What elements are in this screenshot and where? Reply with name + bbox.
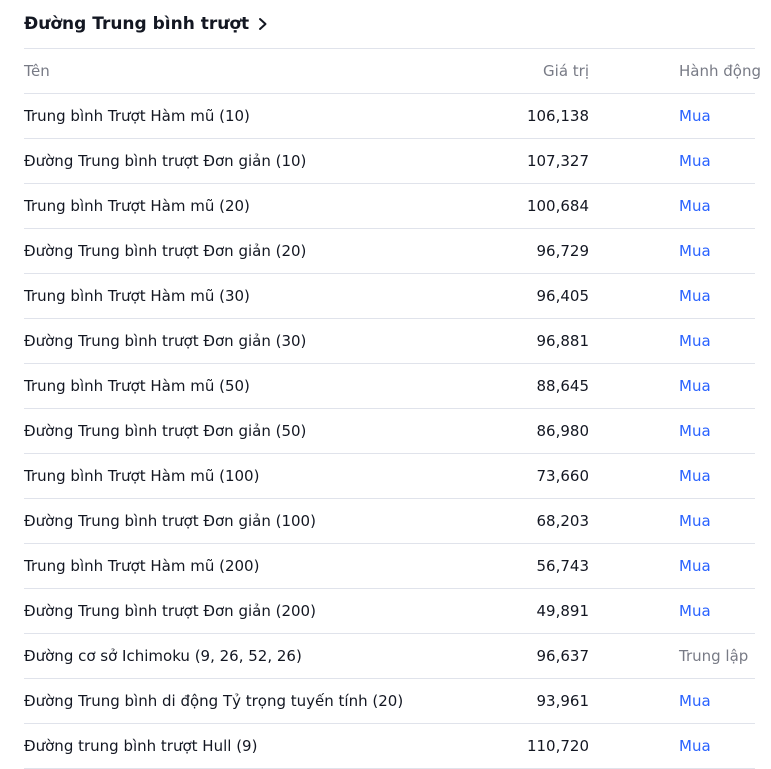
column-header-action: Hành động <box>679 62 761 80</box>
indicator-value: 106,138 <box>526 107 589 125</box>
column-header-name: Tên <box>24 62 50 80</box>
indicator-name: Trung bình Trượt Hàm mũ (100) <box>24 467 260 485</box>
action-buy-label[interactable]: Mua <box>679 544 711 588</box>
table-row: Trung bình Trượt Hàm mũ (20) 100,684 Mua <box>24 184 755 229</box>
indicator-value: 107,327 <box>526 152 589 170</box>
indicator-value: 96,405 <box>536 287 590 305</box>
action-buy-label[interactable]: Mua <box>679 94 711 138</box>
indicator-value: 73,660 <box>536 467 590 485</box>
moving-averages-table: Tên Giá trị Hành động Trung bình Trượt H… <box>24 48 761 769</box>
chevron-right-icon <box>259 18 267 30</box>
indicator-name: Đường trung bình trượt Hull (9) <box>24 737 258 755</box>
indicator-value: 93,961 <box>536 692 590 710</box>
indicator-name: Đường Trung bình trượt Đơn giản (20) <box>24 242 307 260</box>
table-row: Đường Trung bình trượt Đơn giản (100) 68,… <box>24 499 755 544</box>
indicator-name: Đường Trung bình trượt Đơn giản (200) <box>24 602 316 620</box>
table-row: Trung bình Trượt Hàm mũ (100) 73,660 Mua <box>24 454 755 499</box>
indicator-value: 96,637 <box>536 647 590 665</box>
table-row: Trung bình Trượt Hàm mũ (30) 96,405 Mua <box>24 274 755 319</box>
action-buy-label[interactable]: Mua <box>679 229 711 273</box>
table-row: Đường Trung bình trượt Đơn giản (30) 96,8… <box>24 319 755 364</box>
section-title-link[interactable]: Đường Trung bình trượt <box>24 11 269 37</box>
table-body: Trung bình Trượt Hàm mũ (10) 106,138 Mua Đư… <box>24 94 755 769</box>
action-buy-label[interactable]: Mua <box>679 364 711 408</box>
table-row: Đường Trung bình trượt Đơn giản (20) 96,7… <box>24 229 755 274</box>
table-row: Trung bình Trượt Hàm mũ (200) 56,743 Mua <box>24 544 755 589</box>
section-title: Đường Trung bình trượt <box>24 14 250 34</box>
indicator-name: Đường cơ sở Ichimoku (9, 26, 52, 26) <box>24 647 302 665</box>
table-row: Đường Trung bình di động Tỷ trọng tuyến … <box>24 679 755 724</box>
indicator-name: Trung bình Trượt Hàm mũ (200) <box>24 557 260 575</box>
indicator-name: Đường Trung bình trượt Đơn giản (30) <box>24 332 307 350</box>
indicator-name: Đường Trung bình trượt Đơn giản (50) <box>24 422 307 440</box>
table-row: Đường Trung bình trượt Đơn giản (50) 86,9… <box>24 409 755 454</box>
indicator-name: Trung bình Trượt Hàm mũ (10) <box>24 107 250 125</box>
action-buy-label[interactable]: Mua <box>679 184 711 228</box>
table-row: Đường trung bình trượt Hull (9) 110,720 Mu… <box>24 724 755 769</box>
indicator-name: Trung bình Trượt Hàm mũ (50) <box>24 377 250 395</box>
action-buy-label[interactable]: Mua <box>679 724 711 768</box>
action-buy-label[interactable]: Mua <box>679 499 711 543</box>
table-row: Đường Trung bình trượt Đơn giản (200) 49,… <box>24 589 755 634</box>
indicator-value: 100,684 <box>526 197 589 215</box>
action-buy-label[interactable]: Mua <box>679 589 711 633</box>
action-neutral-label: Trung lập <box>679 647 749 665</box>
column-header-value: Giá trị <box>543 62 589 80</box>
indicator-value: 88,645 <box>536 377 590 395</box>
table-row: Trung bình Trượt Hàm mũ (50) 88,645 Mua <box>24 364 755 409</box>
action-buy-label[interactable]: Mua <box>679 319 711 363</box>
table-header-row: Tên Giá trị Hành động <box>24 49 761 94</box>
indicator-name: Trung bình Trượt Hàm mũ (30) <box>24 287 250 305</box>
table-row: Đường cơ sở Ichimoku (9, 26, 52, 26) 96,6… <box>24 634 755 679</box>
indicator-name: Đường Trung bình trượt Đơn giản (100) <box>24 512 316 530</box>
moving-averages-panel: Đường Trung bình trượt Tên Giá trị Hành … <box>0 0 771 769</box>
indicator-value: 49,891 <box>536 602 590 620</box>
indicator-name: Đường Trung bình di động Tỷ trọng tuyến … <box>24 692 404 710</box>
table-row: Đường Trung bình trượt Đơn giản (10) 107,… <box>24 139 755 184</box>
indicator-value: 96,729 <box>536 242 590 260</box>
table-row: Trung bình Trượt Hàm mũ (10) 106,138 Mua <box>24 94 755 139</box>
action-buy-label[interactable]: Mua <box>679 274 711 318</box>
indicator-name: Đường Trung bình trượt Đơn giản (10) <box>24 152 307 170</box>
indicator-value: 56,743 <box>536 557 590 575</box>
indicator-value: 110,720 <box>526 737 589 755</box>
indicator-name: Trung bình Trượt Hàm mũ (20) <box>24 197 250 215</box>
action-buy-label[interactable]: Mua <box>679 139 711 183</box>
action-buy-label[interactable]: Mua <box>679 409 711 453</box>
indicator-value: 68,203 <box>536 512 590 530</box>
indicator-value: 86,980 <box>536 422 590 440</box>
action-buy-label[interactable]: Mua <box>679 679 711 723</box>
indicator-value: 96,881 <box>536 332 590 350</box>
action-buy-label[interactable]: Mua <box>679 454 711 498</box>
